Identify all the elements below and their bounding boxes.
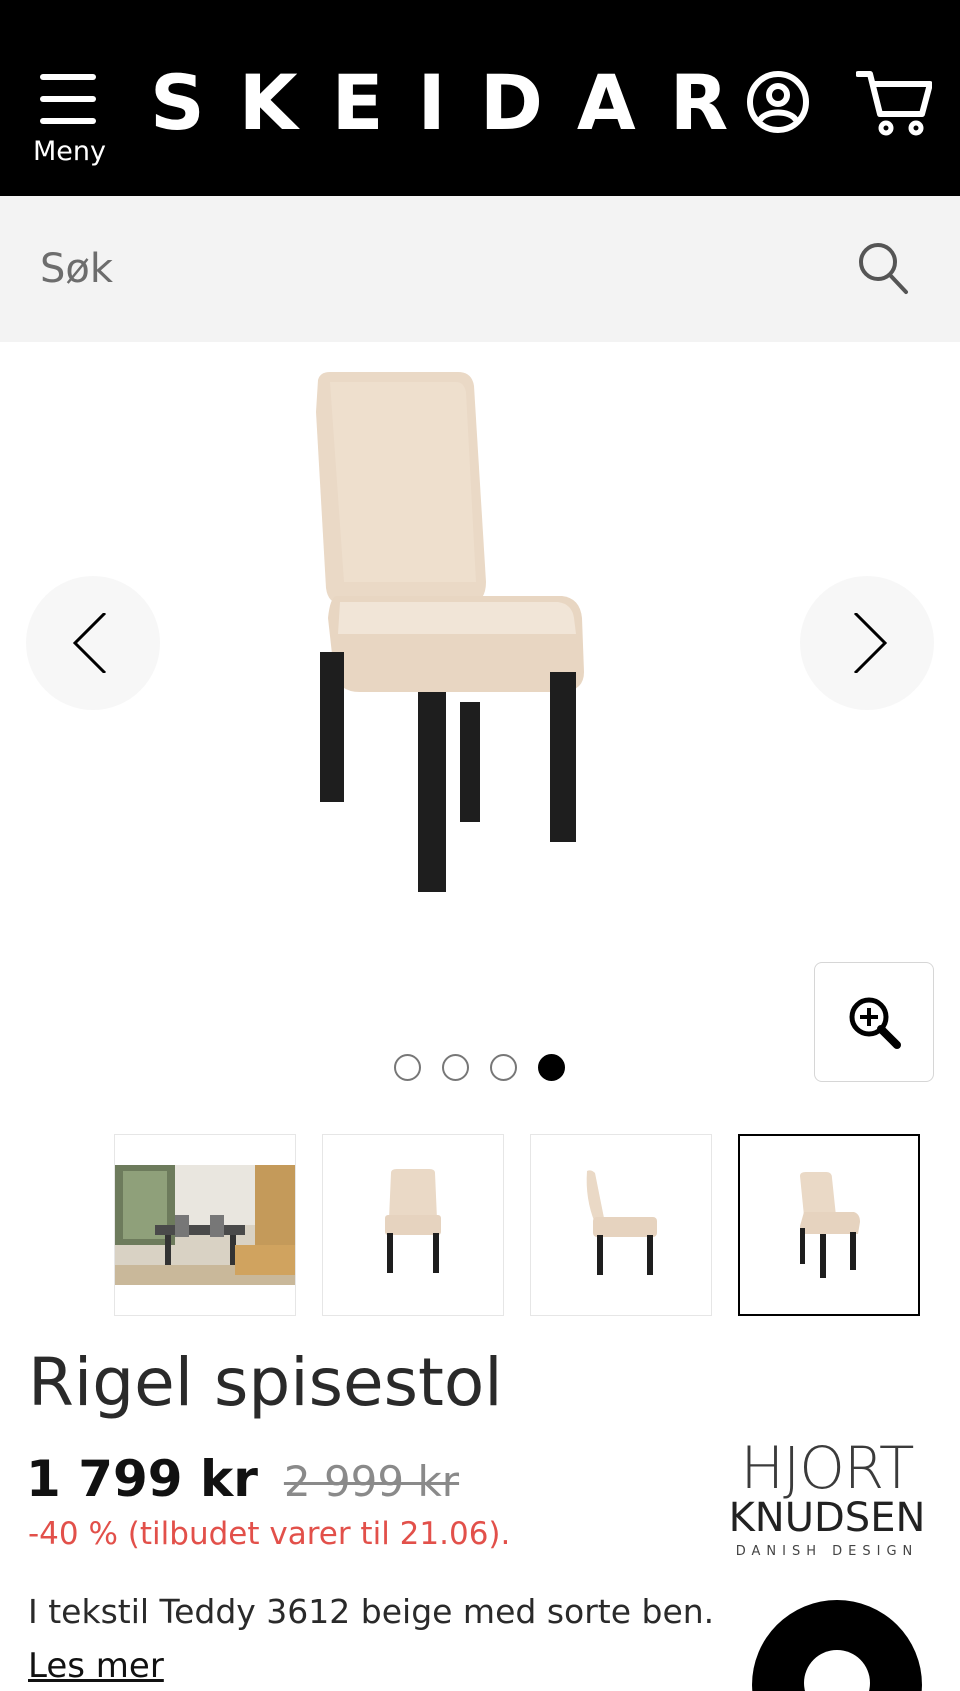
chair-side-thumbnail-image (586, 1170, 657, 1275)
brand-logo[interactable]: HJORT KNUDSEN DANISH DESIGN (720, 1438, 934, 1566)
chat-icon (804, 1650, 870, 1691)
gallery-dot[interactable] (394, 1054, 421, 1081)
thumbnail-chair-front[interactable] (322, 1134, 504, 1316)
chair-angle-thumbnail-image (800, 1172, 860, 1278)
menu-button[interactable]: Meny (30, 68, 110, 168)
brand-name-line2: KNUDSEN (728, 1495, 926, 1541)
zoom-button[interactable] (814, 962, 934, 1082)
product-title: Rigel spisestol (28, 1344, 503, 1421)
menu-icon (40, 74, 96, 126)
gallery-dot-active[interactable] (538, 1054, 565, 1081)
product-description: I tekstil Teddy 3612 beige med sorte ben… (28, 1592, 715, 1631)
thumbnail-chair-side[interactable] (530, 1134, 712, 1316)
next-image-button[interactable] (800, 576, 934, 710)
menu-label: Meny (33, 136, 106, 167)
cart-icon[interactable] (856, 68, 932, 136)
read-more-link[interactable]: Les mer (28, 1646, 164, 1686)
search-input[interactable] (40, 226, 820, 312)
product-gallery (0, 342, 960, 1102)
chevron-left-icon (72, 613, 107, 673)
account-icon[interactable] (746, 70, 810, 134)
thumbnail-room[interactable] (114, 1134, 296, 1316)
chair-front-thumbnail-image (385, 1169, 441, 1273)
gallery-dot[interactable] (490, 1054, 517, 1081)
previous-image-button[interactable] (26, 576, 160, 710)
discount-text: -40 % (tilbudet varer til 21.06). (28, 1516, 511, 1552)
brand-name-line1: HJORT (740, 1434, 915, 1502)
chat-button[interactable] (752, 1600, 922, 1691)
product-image (316, 372, 584, 892)
gallery-pagination (394, 1054, 565, 1084)
zoom-in-icon (849, 997, 901, 1049)
gallery-dot[interactable] (442, 1054, 469, 1081)
thumbnail-chair-angle[interactable] (738, 1134, 920, 1316)
site-header: Meny SKEIDAR (0, 0, 960, 196)
thumbnail-strip (114, 1134, 920, 1316)
search-icon[interactable] (856, 240, 910, 296)
price-row: 1 799 kr 2 999 kr (26, 1450, 459, 1508)
brand-tagline: DANISH DESIGN (735, 1544, 919, 1559)
site-logo[interactable]: SKEIDAR (150, 58, 728, 148)
search-bar (0, 196, 960, 342)
room-thumbnail-image (115, 1165, 295, 1285)
current-price: 1 799 kr (26, 1450, 258, 1508)
original-price: 2 999 kr (283, 1457, 460, 1506)
chevron-right-icon (853, 613, 888, 673)
